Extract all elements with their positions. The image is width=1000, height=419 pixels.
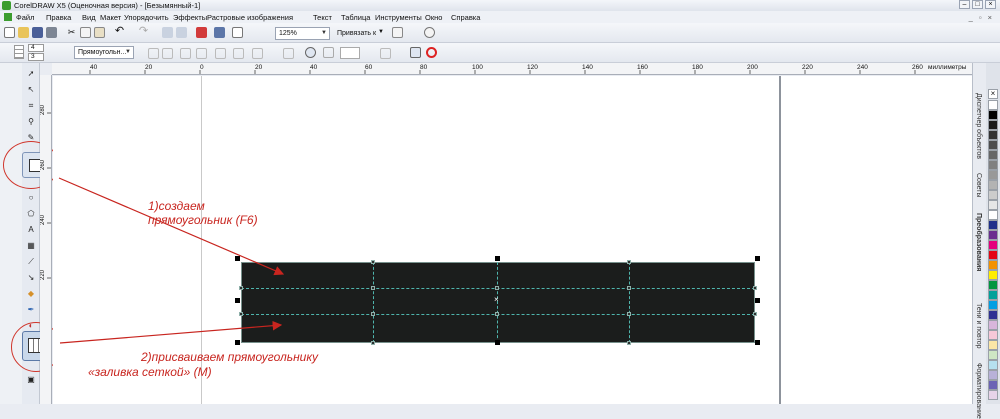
color-swatch[interactable] xyxy=(988,170,998,180)
color-swatch[interactable] xyxy=(988,210,998,220)
color-swatch[interactable] xyxy=(988,390,998,400)
docker-tab-transformations[interactable]: Преобразования xyxy=(975,213,982,271)
color-swatch[interactable] xyxy=(988,370,998,380)
color-swatch[interactable] xyxy=(988,360,998,370)
color-swatch[interactable] xyxy=(988,330,998,340)
color-swatch[interactable] xyxy=(988,310,998,320)
color-swatch[interactable] xyxy=(988,180,998,190)
color-swatch[interactable] xyxy=(988,230,998,240)
color-swatch[interactable] xyxy=(988,220,998,230)
color-swatch[interactable] xyxy=(988,270,998,280)
docker-tabs: Диспетчер объектов Советы Преобразования… xyxy=(972,63,986,419)
color-swatch[interactable] xyxy=(988,110,998,120)
docker-tab-formatting[interactable]: Форматирование xyxy=(975,363,982,419)
color-swatch[interactable] xyxy=(988,100,998,110)
docker-tab-object-manager[interactable]: Диспетчер объектов xyxy=(975,93,982,159)
color-swatch[interactable] xyxy=(988,340,998,350)
color-swatch[interactable] xyxy=(988,290,998,300)
color-swatch[interactable] xyxy=(988,140,998,150)
color-swatch[interactable] xyxy=(988,150,998,160)
docker-tab-hints[interactable]: Советы xyxy=(975,173,982,198)
step1-note-line1: 1)создаем xyxy=(148,199,205,213)
step2-note-line1: 2)присваиваем прямоугольнику xyxy=(141,350,319,364)
color-swatch[interactable] xyxy=(988,280,998,290)
color-swatch[interactable] xyxy=(988,160,998,170)
color-swatch[interactable] xyxy=(988,240,998,250)
step2-note-line2: «заливка сеткой» (M) xyxy=(88,365,212,379)
no-color-swatch[interactable]: × xyxy=(988,89,998,99)
color-swatch[interactable] xyxy=(988,130,998,140)
color-swatch[interactable] xyxy=(988,190,998,200)
step1-note-line2: прямоугольник (F6) xyxy=(148,213,258,227)
color-swatch[interactable] xyxy=(988,120,998,130)
color-swatch[interactable] xyxy=(988,200,998,210)
color-swatch[interactable] xyxy=(988,320,998,330)
docker-tab-shadow[interactable]: Тени и повтор xyxy=(975,303,982,349)
color-swatch[interactable] xyxy=(988,300,998,310)
color-swatch[interactable] xyxy=(988,260,998,270)
color-swatch[interactable] xyxy=(988,250,998,260)
color-palette: × xyxy=(986,63,1000,404)
color-swatch[interactable] xyxy=(988,350,998,360)
color-swatch[interactable] xyxy=(988,380,998,390)
